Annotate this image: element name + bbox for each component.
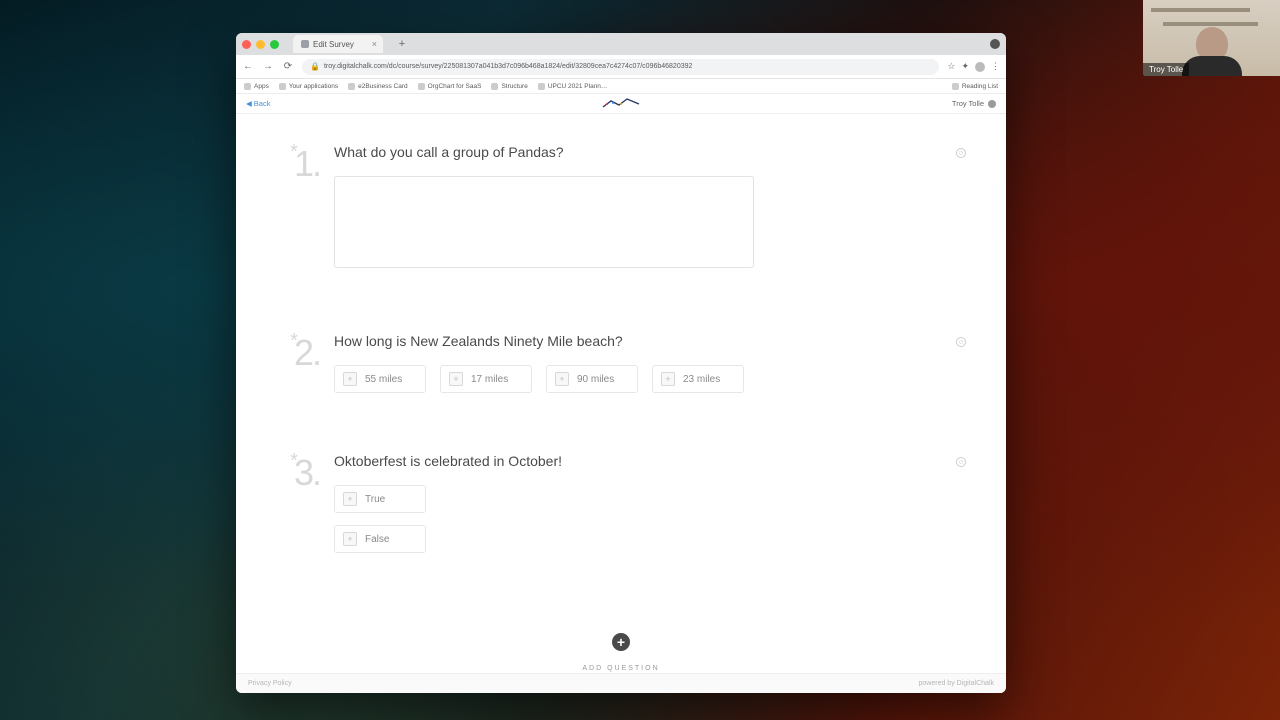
user-icon bbox=[988, 100, 996, 108]
radio-icon: + bbox=[343, 372, 357, 386]
question-number: *3. bbox=[276, 453, 320, 553]
back-button[interactable]: ← bbox=[242, 61, 254, 72]
tab-strip: Edit Survey × + bbox=[236, 33, 1006, 55]
app-header: ◀ Back Troy Tolle bbox=[236, 94, 1006, 114]
radio-icon: + bbox=[555, 372, 569, 386]
bookmark-item[interactable]: OrgChart for SaaS bbox=[418, 83, 482, 90]
extensions-icon[interactable]: ✦ bbox=[961, 61, 969, 72]
reading-list[interactable]: Reading List bbox=[952, 83, 998, 90]
radio-icon: + bbox=[343, 492, 357, 506]
answer-textarea[interactable] bbox=[334, 176, 754, 268]
lock-icon: 🔒 bbox=[310, 62, 320, 71]
question-number: *2. bbox=[276, 333, 320, 393]
browser-window: Edit Survey × + ← → ⟳ 🔒 troy.digitalchal… bbox=[236, 33, 1006, 693]
bookmark-item[interactable]: Your applications bbox=[279, 83, 338, 90]
app-logo[interactable] bbox=[601, 97, 641, 111]
privacy-link[interactable]: Privacy Policy bbox=[248, 680, 292, 687]
question-title[interactable]: What do you call a group of Pandas? bbox=[334, 144, 754, 160]
bookmarks-bar: Apps Your applications e2Business Card O… bbox=[236, 79, 1006, 94]
plus-icon: + bbox=[612, 633, 630, 651]
tab-favicon bbox=[301, 40, 309, 48]
bookmark-apps[interactable]: Apps bbox=[244, 83, 269, 90]
minimize-window-button[interactable] bbox=[256, 40, 265, 49]
question-title[interactable]: How long is New Zealands Ninety Mile bea… bbox=[334, 333, 754, 349]
radio-icon: + bbox=[661, 372, 675, 386]
bookmark-item[interactable]: Structure bbox=[491, 83, 527, 90]
video-call-thumbnail[interactable]: Troy Tolle bbox=[1143, 0, 1280, 76]
question-settings-icon[interactable] bbox=[956, 337, 966, 347]
browser-tab[interactable]: Edit Survey × bbox=[293, 35, 383, 53]
window-controls[interactable] bbox=[242, 40, 279, 49]
choice-option[interactable]: +True bbox=[334, 485, 426, 513]
choice-option[interactable]: +17 miles bbox=[440, 365, 532, 393]
participant-name: Troy Tolle bbox=[1143, 63, 1189, 76]
bookmark-item[interactable]: e2Business Card bbox=[348, 83, 408, 90]
desktop-background: Troy Tolle Edit Survey × + ← → ⟳ 🔒 troy.… bbox=[0, 0, 1280, 720]
add-question-label: ADD QUESTION bbox=[582, 665, 659, 672]
maximize-window-button[interactable] bbox=[270, 40, 279, 49]
add-question-button[interactable]: + ADD QUESTION bbox=[276, 613, 966, 673]
new-tab-button[interactable]: + bbox=[395, 37, 409, 51]
choice-option[interactable]: +90 miles bbox=[546, 365, 638, 393]
question-block: *3. Oktoberfest is celebrated in October… bbox=[276, 453, 966, 553]
window-close-dot[interactable] bbox=[990, 39, 1000, 49]
question-settings-icon[interactable] bbox=[956, 457, 966, 467]
url-field[interactable]: 🔒 troy.digitalchalk.com/dc/course/survey… bbox=[302, 59, 939, 75]
survey-editor: *1. What do you call a group of Pandas? … bbox=[236, 114, 1006, 673]
forward-button[interactable]: → bbox=[262, 61, 274, 72]
address-bar: ← → ⟳ 🔒 troy.digitalchalk.com/dc/course/… bbox=[236, 55, 1006, 79]
back-link[interactable]: ◀ Back bbox=[246, 99, 270, 108]
question-number: *1. bbox=[276, 144, 320, 273]
question-title[interactable]: Oktoberfest is celebrated in October! bbox=[334, 453, 754, 469]
close-window-button[interactable] bbox=[242, 40, 251, 49]
profile-avatar-icon[interactable] bbox=[975, 62, 985, 72]
question-settings-icon[interactable] bbox=[956, 148, 966, 158]
choice-option[interactable]: +False bbox=[334, 525, 426, 553]
user-menu[interactable]: Troy Tolle bbox=[952, 99, 996, 108]
page-footer: Privacy Policy powered by DigitalChalk bbox=[236, 673, 1006, 693]
menu-icon[interactable]: ⋮ bbox=[991, 61, 1000, 72]
radio-icon: + bbox=[343, 532, 357, 546]
close-tab-icon[interactable]: × bbox=[372, 39, 377, 49]
choice-option[interactable]: +23 miles bbox=[652, 365, 744, 393]
star-icon[interactable]: ☆ bbox=[947, 61, 955, 72]
choice-option[interactable]: +55 miles bbox=[334, 365, 426, 393]
question-block: *2. How long is New Zealands Ninety Mile… bbox=[276, 333, 966, 393]
url-text: troy.digitalchalk.com/dc/course/survey/2… bbox=[324, 63, 692, 70]
powered-by: powered by DigitalChalk bbox=[919, 680, 994, 687]
user-name: Troy Tolle bbox=[952, 99, 984, 108]
bookmark-item[interactable]: UPCU 2021 Plann… bbox=[538, 83, 608, 90]
reload-button[interactable]: ⟳ bbox=[282, 61, 294, 72]
tab-title: Edit Survey bbox=[313, 40, 354, 49]
radio-icon: + bbox=[449, 372, 463, 386]
question-block: *1. What do you call a group of Pandas? bbox=[276, 144, 966, 273]
